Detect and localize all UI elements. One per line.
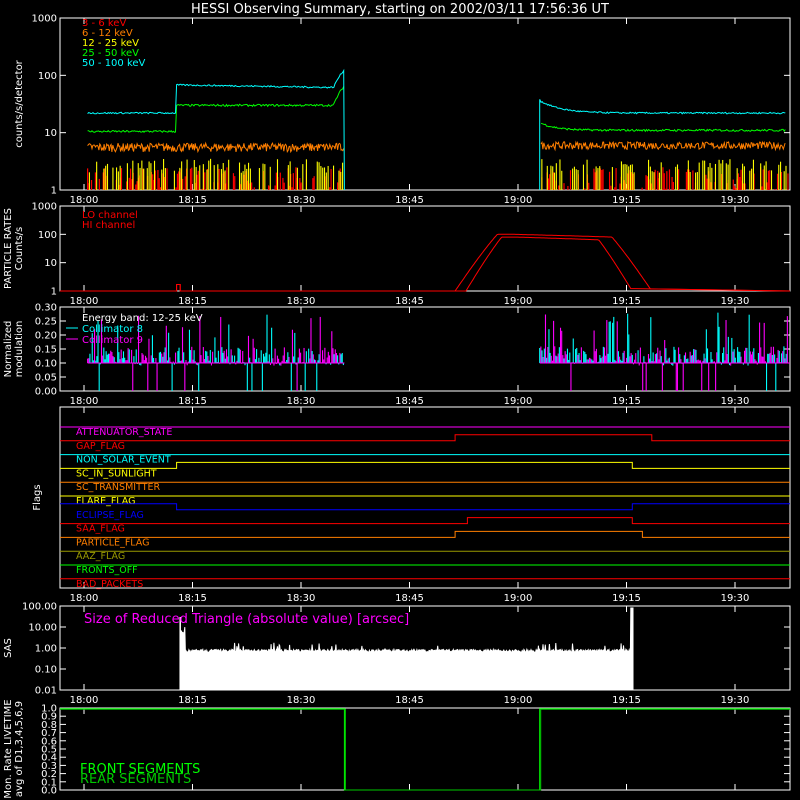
y-tick-label: 100 <box>38 230 57 241</box>
y-tick-label: 0.05 <box>35 373 57 384</box>
x-tick-label: 18:45 <box>395 195 424 206</box>
x-tick-label: 18:45 <box>395 593 424 604</box>
y-tick-label: 10 <box>44 258 57 269</box>
x-tick-label: 18:15 <box>178 195 207 206</box>
x-tick-label: 18:00 <box>70 695 99 706</box>
series-hi-channel-line <box>60 236 791 292</box>
y-axis-label: Counts/s <box>14 227 25 271</box>
series-6-12kev-line <box>540 140 786 152</box>
flag-line-saa_flag <box>60 517 790 525</box>
x-tick-label: 18:30 <box>287 296 316 307</box>
flag-label-non_solar_event: NON_SOLAR_EVENT <box>76 455 171 466</box>
series-25-50kev-line <box>540 122 786 133</box>
x-tick-label: 18:30 <box>287 195 316 206</box>
y-tick-label: 1.00 <box>35 644 57 655</box>
x-tick-label: 19:30 <box>721 593 750 604</box>
x-tick-label: 19:30 <box>721 695 750 706</box>
flag-label-attenuator_state: ATTENUATOR_STATE <box>76 427 172 438</box>
x-tick-label: 19:30 <box>721 396 750 407</box>
y-tick-label: 0.30 <box>35 303 57 314</box>
y-axis-label: modulation <box>14 321 25 378</box>
flag-label-sc_transmitter: SC_TRANSMITTER <box>76 482 161 493</box>
flag-label-gap_flag: GAP_FLAG <box>76 441 125 452</box>
flag-label-sc_in_sunlight: SC_IN_SUNLIGHT <box>76 468 157 479</box>
flag-label-flare_flag: FLARE_FLAG <box>76 496 136 507</box>
y-tick-label: 0.20 <box>35 331 57 342</box>
x-tick-label: 18:30 <box>287 396 316 407</box>
legend-rear-segments: REAR SEGMENTS <box>80 772 191 787</box>
flag-label-bad_packets: BAD_PACKETS <box>76 579 143 590</box>
x-tick-label: 18:15 <box>178 593 207 604</box>
flag-label-aaz_flag: AAZ_FLAG <box>76 551 125 562</box>
flag-label-fronts_off: FRONTS_OFF <box>76 565 138 576</box>
y-tick-label: 100.00 <box>22 602 57 613</box>
legend-hi-channel: HI channel <box>82 220 135 231</box>
y-axis-label: Flags <box>32 484 43 510</box>
x-tick-label: 19:30 <box>721 195 750 206</box>
y-tick-label: 10.00 <box>28 623 57 634</box>
flag-line-particle_flag <box>60 530 790 538</box>
y-tick-label: 0.15 <box>35 345 57 356</box>
y-tick-label: 0.00 <box>35 387 57 398</box>
flag-line-eclipse_flag <box>60 503 790 511</box>
x-tick-label: 18:15 <box>178 396 207 407</box>
x-tick-label: 19:15 <box>612 695 641 706</box>
y-tick-label: 100 <box>38 71 57 82</box>
y-axis-label: Normalized <box>3 321 14 378</box>
y-tick-label: 1 <box>51 287 57 298</box>
flag-label-eclipse_flag: ECLIPSE_FLAG <box>76 510 144 521</box>
x-tick-label: 18:45 <box>395 695 424 706</box>
x-tick-label: 18:00 <box>70 593 99 604</box>
flag-label-particle_flag: PARTICLE_FLAG <box>76 537 149 548</box>
y-tick-label: 0.25 <box>35 317 57 328</box>
y-tick-label: 0.10 <box>35 359 57 370</box>
x-tick-label: 18:00 <box>70 296 99 307</box>
y-axis-label: Mon. Rate LIVETIME <box>3 699 14 798</box>
x-tick-label: 18:30 <box>287 695 316 706</box>
x-tick-label: 19:15 <box>612 593 641 604</box>
series-25-50kev-line <box>87 86 345 133</box>
y-tick-label: 10 <box>44 128 57 139</box>
y-axis-label: SAS <box>3 638 14 658</box>
y-axis-label: counts/s/detector <box>14 59 25 147</box>
chart-title: HESSI Observing Summary, starting on 200… <box>191 2 609 17</box>
x-tick-label: 18:45 <box>395 296 424 307</box>
x-tick-label: 19:15 <box>612 195 641 206</box>
x-tick-label: 18:15 <box>178 695 207 706</box>
x-tick-label: 19:00 <box>504 296 533 307</box>
y-tick-label: 1000 <box>32 14 57 25</box>
y-tick-label: 1 <box>51 186 57 197</box>
x-tick-label: 18:15 <box>178 296 207 307</box>
y-tick-label: 1000 <box>32 202 57 213</box>
series-6-12kev-line <box>87 141 345 154</box>
x-tick-label: 18:30 <box>287 593 316 604</box>
y-tick-label: 0.01 <box>35 686 57 697</box>
x-tick-label: 19:00 <box>504 695 533 706</box>
series-lo-channel-line <box>60 233 791 292</box>
y-tick-label: 1.0 <box>41 704 57 715</box>
legend-collimator-8: Collimator 8 <box>82 324 143 335</box>
x-tick-label: 19:00 <box>504 195 533 206</box>
panel-frame-particle_rates <box>59 205 791 292</box>
x-tick-label: 18:00 <box>70 195 99 206</box>
panel-frame-count_rates <box>59 17 791 191</box>
x-tick-label: 19:15 <box>612 296 641 307</box>
y-tick-label: 0.10 <box>35 665 57 676</box>
flag-label-saa_flag: SAA_FLAG <box>76 524 125 535</box>
hessi-summary-chart: HESSI Observing Summary, starting on 200… <box>3 2 791 799</box>
legend-collimator-9: Collimator 9 <box>82 335 143 346</box>
x-tick-label: 19:30 <box>721 296 750 307</box>
x-tick-label: 18:45 <box>395 396 424 407</box>
modulation-annotation: Energy band: 12-25 keV <box>82 313 203 324</box>
legend-50-100keV: 50 - 100 keV <box>82 58 146 69</box>
sas-annotation: Size of Reduced Triangle (absolute value… <box>84 612 409 627</box>
x-tick-label: 18:00 <box>70 396 99 407</box>
x-tick-label: 19:15 <box>612 396 641 407</box>
y-axis-label: avg of D1,3,4,5,6,9 <box>14 701 25 797</box>
x-tick-label: 19:00 <box>504 396 533 407</box>
y-axis-label: PARTICLE RATES <box>3 208 14 289</box>
x-tick-label: 19:00 <box>504 593 533 604</box>
